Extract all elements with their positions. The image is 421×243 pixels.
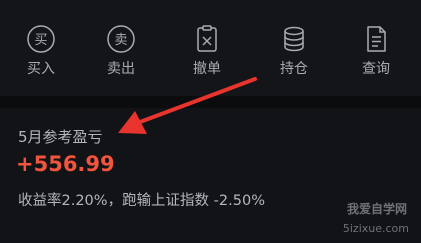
watermark-url: 5izixue.com xyxy=(342,222,409,235)
watermark-title: 我爱自学网 xyxy=(346,202,407,216)
